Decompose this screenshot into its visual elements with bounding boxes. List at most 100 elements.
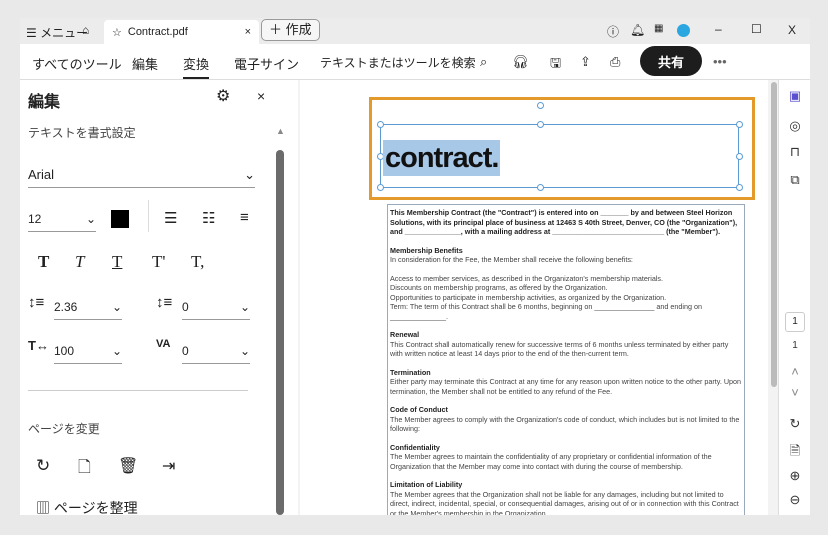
line-spacing-select[interactable]: 2.36 ⌄ — [54, 294, 122, 320]
contract-section: Renewal This Contract shall automatically… — [390, 330, 742, 359]
save-icon[interactable]: 🖫 — [550, 54, 561, 76]
help-icon[interactable]: ⓘ — [607, 23, 619, 40]
gear-icon[interactable]: ⚙ — [216, 86, 230, 106]
modify-page-heading: ページを変更 — [28, 422, 100, 436]
italic-icon[interactable]: T — [75, 252, 84, 272]
contract-section: Code of Conduct The Member agrees to comp… — [390, 405, 742, 434]
tab-convert[interactable]: 変換 — [183, 54, 210, 79]
superscript-icon[interactable]: T' — [152, 252, 165, 272]
zoom-out-icon[interactable]: ⊖ — [779, 492, 810, 508]
minimize-button[interactable]: – — [715, 22, 722, 36]
resize-handle[interactable] — [377, 184, 384, 191]
delete-icon[interactable]: 🗑 — [118, 456, 138, 476]
rotate-handle[interactable] — [537, 102, 544, 109]
title-bar: ☰ メニュー ⌂ ☆ Contract.pdf × ＋ 作成 ⓘ 🔔︎ ▦ – … — [20, 18, 810, 44]
headphones-icon[interactable]: 🎧︎ — [512, 54, 529, 70]
document-scrollbar[interactable] — [771, 82, 777, 387]
page-view-icon[interactable]: 🗎 — [779, 442, 810, 464]
pages-icon[interactable]: ⧉ — [779, 172, 810, 188]
share-button[interactable]: 共有 — [640, 46, 702, 76]
font-select[interactable]: Arial ⌄ — [28, 162, 255, 188]
character-spacing-icon: VA — [156, 338, 171, 350]
comment-icon[interactable]: ◎ — [779, 118, 810, 134]
tab-esign[interactable]: 電子サイン — [234, 54, 299, 73]
resize-handle[interactable] — [736, 121, 743, 128]
section-title: Code of Conduct — [390, 405, 448, 414]
maximize-button[interactable]: ☐ — [751, 22, 762, 36]
char-spacing-value: 0 — [182, 343, 189, 358]
scroll-up-arrow[interactable]: ▲ — [276, 126, 285, 136]
organize-pages-button[interactable]: ▥ ページを整理 — [36, 498, 138, 515]
section-title: Limitation of Liability — [390, 480, 463, 489]
tab-edit[interactable]: 編集 — [132, 54, 158, 73]
print-icon[interactable]: ⎙ — [610, 54, 620, 70]
contract-body: This Membership Contract (the "Contract"… — [387, 204, 745, 515]
numbered-list-icon[interactable]: ☷ — [202, 209, 215, 227]
extract-page-icon[interactable]: ⇥ — [162, 456, 175, 476]
resize-handle[interactable] — [736, 153, 743, 160]
subscript-icon[interactable]: T, — [191, 252, 204, 272]
section-line: Discounts on membership programs, as off… — [390, 283, 608, 292]
search-icon[interactable]: ⌕ — [480, 54, 487, 70]
home-icon[interactable]: ⌂ — [82, 23, 89, 37]
next-page-icon[interactable]: ˅ — [779, 385, 810, 400]
section-title: Renewal — [390, 330, 420, 339]
contract-section: Access to member services, as described … — [390, 274, 742, 322]
format-text-heading: テキストを書式設定 — [28, 126, 136, 140]
more-button[interactable]: ••• — [713, 54, 727, 69]
character-spacing-select[interactable]: 0 ⌄ — [182, 338, 250, 364]
bookmark-icon[interactable]: ⊓ — [779, 144, 810, 160]
avatar[interactable] — [677, 24, 690, 37]
organize-icon: ▥ — [36, 500, 50, 515]
section-line: Access to member services, as described … — [390, 273, 664, 283]
tab-title: Contract.pdf — [127, 26, 188, 38]
create-label: 作成 — [285, 22, 312, 37]
search-input[interactable]: テキストまたはツールを検索 — [320, 54, 476, 71]
menu-label: メニュー — [40, 26, 89, 40]
font-size-select[interactable]: 12 ⌄ — [28, 206, 96, 232]
zoom-in-icon[interactable]: ⊕ — [779, 468, 810, 484]
ai-assistant-icon[interactable]: ▣ — [779, 88, 810, 104]
tab-contract[interactable]: ☆ Contract.pdf × — [104, 20, 259, 44]
bell-icon[interactable]: 🔔︎ — [630, 23, 645, 37]
close-window-button[interactable]: X — [788, 23, 796, 37]
contract-section: Limitation of Liability The Member agrees… — [390, 480, 742, 515]
selected-heading-text[interactable]: contract. — [383, 140, 501, 176]
star-icon[interactable]: ☆ — [112, 26, 122, 39]
insert-page-icon[interactable]: 🗋 — [78, 456, 91, 483]
close-panel-icon[interactable]: × — [257, 88, 265, 104]
edit-panel: 編集 ⚙ × テキストを書式設定 Arial ⌄ 12 ⌄ ☰ ☷ ≡ T T T … — [20, 80, 290, 515]
bold-icon[interactable]: T — [38, 252, 49, 272]
horizontal-scale-icon: T↔ — [28, 338, 49, 353]
panel-scrollbar[interactable] — [276, 150, 284, 515]
align-icon[interactable]: ≡ — [240, 209, 249, 226]
section-title: Termination — [390, 367, 431, 377]
section-line: This Contract shall automatically renew … — [390, 339, 729, 359]
resize-handle[interactable] — [377, 121, 384, 128]
horizontal-scale-select[interactable]: 100 ⌄ — [54, 338, 122, 364]
rotate-view-icon[interactable]: ↻ — [779, 416, 810, 432]
section-line: Term: The term of this Contract shall be… — [390, 302, 702, 321]
menu-button[interactable]: ☰ メニュー — [26, 24, 88, 41]
bullet-list-icon[interactable]: ☰ — [164, 209, 177, 227]
create-button[interactable]: ＋ 作成 — [261, 19, 320, 41]
apps-icon[interactable]: ▦ — [654, 23, 663, 34]
section-title: Membership Benefits — [390, 245, 463, 255]
resize-handle[interactable] — [736, 184, 743, 191]
resize-handle[interactable] — [537, 121, 544, 128]
contract-section: Membership Benefits In consideration for … — [390, 246, 742, 265]
paragraph-spacing-value: 0 — [182, 299, 189, 314]
pdf-page: contract. This Membership Contract (the … — [300, 80, 768, 515]
paragraph-spacing-icon: ↕≡ — [156, 294, 173, 311]
upload-icon[interactable]: ⇪ — [580, 54, 591, 70]
previous-page-icon[interactable]: ˄ — [779, 364, 810, 379]
tab-all-tools[interactable]: すべてのツール — [32, 54, 122, 73]
page-number-input[interactable]: 1 — [785, 312, 805, 332]
paragraph-spacing-select[interactable]: 0 ⌄ — [182, 294, 250, 320]
text-color-swatch[interactable] — [111, 210, 129, 228]
chevron-down-icon: ⌄ — [111, 299, 122, 314]
rotate-icon[interactable]: ↻ — [36, 456, 50, 476]
resize-handle[interactable] — [537, 184, 544, 191]
underline-icon[interactable]: T — [112, 252, 122, 272]
close-tab-icon[interactable]: × — [245, 26, 251, 38]
